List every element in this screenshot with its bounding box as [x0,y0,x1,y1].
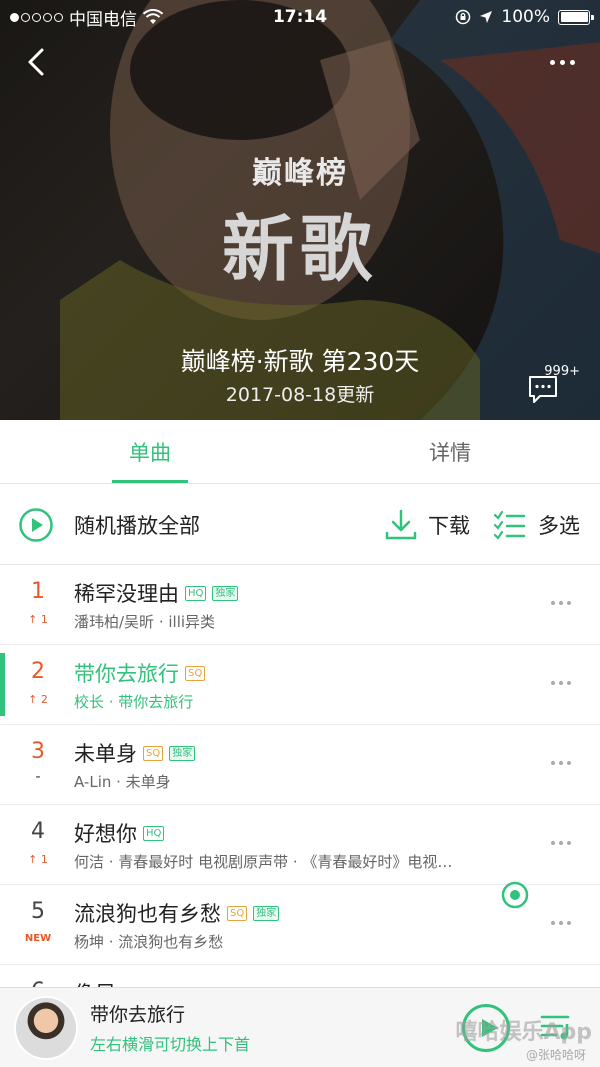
update-date: 2017-08-18更新 [225,384,375,406]
song-title: 好想你 [74,822,137,846]
rank-number: 4 [31,819,45,844]
chevron-left-icon [28,48,44,76]
wifi-icon [143,9,163,24]
song-title-row: 带你去旅行 SQ [74,658,206,688]
play-circle-icon [19,507,53,542]
song-title-row: 未单身 SQ 独家 [74,738,196,768]
battery-percent: 100% [501,7,550,27]
song-title-row: 稀罕没理由 HQ 独家 [74,578,239,608]
tab-bar: 单曲 详情 [0,420,600,484]
locate-icon [501,881,529,909]
multi-select-button[interactable]: 多选 [492,508,580,542]
status-bar: 中国电信 17:14 100% [0,0,600,34]
song-more-button[interactable] [546,913,576,933]
download-icon [385,509,417,539]
shuffle-play-all-button[interactable]: 随机播放全部 [0,507,200,543]
rank-number: 2 [31,659,45,684]
chart-big-title: 新歌 [221,207,378,291]
song-artist-album: A-Lin · 未单身 [74,773,171,791]
rank-change: NEW [24,933,52,944]
song-title: 带你去旅行 [74,662,179,686]
tab-details[interactable]: 详情 [300,420,600,483]
song-row[interactable]: 2 ↑ 2 带你去旅行 SQ 校长 · 带你去旅行 [0,645,600,725]
rank-change: ↑ 1 [28,613,48,626]
action-bar: 随机播放全部 下载 多选 [0,485,600,565]
song-artist-album: 潘玮柏/吴昕 · illi异类 [74,613,216,631]
sq-badge: SQ [185,665,206,681]
exclusive-badge: 独家 [169,745,196,761]
song-row[interactable]: 1 ↑ 1 稀罕没理由 HQ 独家潘玮柏/吴昕 · illi异类 [0,565,600,645]
play-pause-button[interactable] [462,1004,510,1052]
song-title: 流浪狗也有乡愁 [74,902,221,926]
album-cover-thumbnail [14,995,78,1060]
comment-count: 999+ [544,364,580,379]
battery-icon [558,9,594,25]
song-list: 1 ↑ 1 稀罕没理由 HQ 独家 潘玮柏/吴昕 · illi异类 2 ↑ 2 带你去旅行 SQ 校… [0,565,600,1045]
more-menu-button[interactable] [542,50,582,74]
song-title: 稀罕没理由 [74,582,179,606]
tab-songs[interactable]: 单曲 [0,420,300,483]
exclusive-badge: 独家 [212,585,239,601]
weibo-watermark: @张哈哈呀 [525,1048,586,1062]
location-icon [480,11,493,23]
comments-button[interactable]: 999+ [526,364,580,404]
back-button[interactable] [20,44,56,80]
playlist-button[interactable] [540,1012,574,1042]
carrier-name: 中国电信 [69,9,137,30]
rank-number: 5 [31,899,45,924]
song-more-button[interactable] [546,593,576,613]
rank-number: 3 [31,739,45,764]
rank-change: ↑ 1 [28,853,48,866]
checklist-icon [493,510,526,540]
download-button[interactable]: 下载 [384,508,470,542]
chart-brand-logo: 巅峰榜 [252,156,348,191]
download-label: 下载 [428,513,470,538]
exclusive-badge: 独家 [253,905,280,921]
song-artist-album: 校长 · 带你去旅行 [74,693,194,711]
rank-change: ↑ 2 [28,693,48,706]
chart-name: 巅峰榜·新歌 第230天 [180,347,420,376]
shuffle-play-all-label: 随机播放全部 [74,513,200,538]
hq-badge: HQ [185,585,207,601]
song-row[interactable]: 3 - 未单身 SQ 独家 A-Lin · 未单身 [0,725,600,805]
now-playing-title: 带你去旅行 [90,1004,186,1026]
rank-change: - [35,769,41,785]
song-more-button[interactable] [546,673,576,693]
sq-badge: SQ [143,745,164,761]
hq-badge: HQ [143,825,165,841]
rank-number: 1 [31,579,45,604]
song-artist-album: 何洁 · 青春最好时 电视剧原声带 · 《青春最好时》电视… [74,853,453,871]
playlist-icon [540,1015,570,1040]
locate-current-song-button[interactable] [500,880,530,910]
signal-strength-icon [10,12,63,22]
song-title: 未单身 [74,742,137,766]
song-row[interactable]: 4 ↑ 1 好想你 HQ 何洁 · 青春最好时 电视剧原声带 · 《青春最好时》电视… [0,805,600,885]
mini-player[interactable]: 带你去旅行 左右横滑可切换上下首 嘻哈娱乐App @张哈哈呀 [0,987,600,1067]
rotation-lock-icon [456,9,471,25]
sq-badge: SQ [227,905,248,921]
song-artist-album: 杨坤 · 流浪狗也有乡愁 [74,933,224,951]
multi-select-label: 多选 [538,513,580,538]
song-more-button[interactable] [546,833,576,853]
song-title-row: 流浪狗也有乡愁 SQ 独家 [74,898,280,928]
swipe-hint: 左右横滑可切换上下首 [90,1035,251,1054]
song-more-button[interactable] [546,753,576,773]
song-title-row: 好想你 HQ [74,818,165,848]
chart-header: 中国电信 17:14 100% 巅峰榜 新歌 巅峰榜·新歌 第230天 2017… [0,0,600,420]
